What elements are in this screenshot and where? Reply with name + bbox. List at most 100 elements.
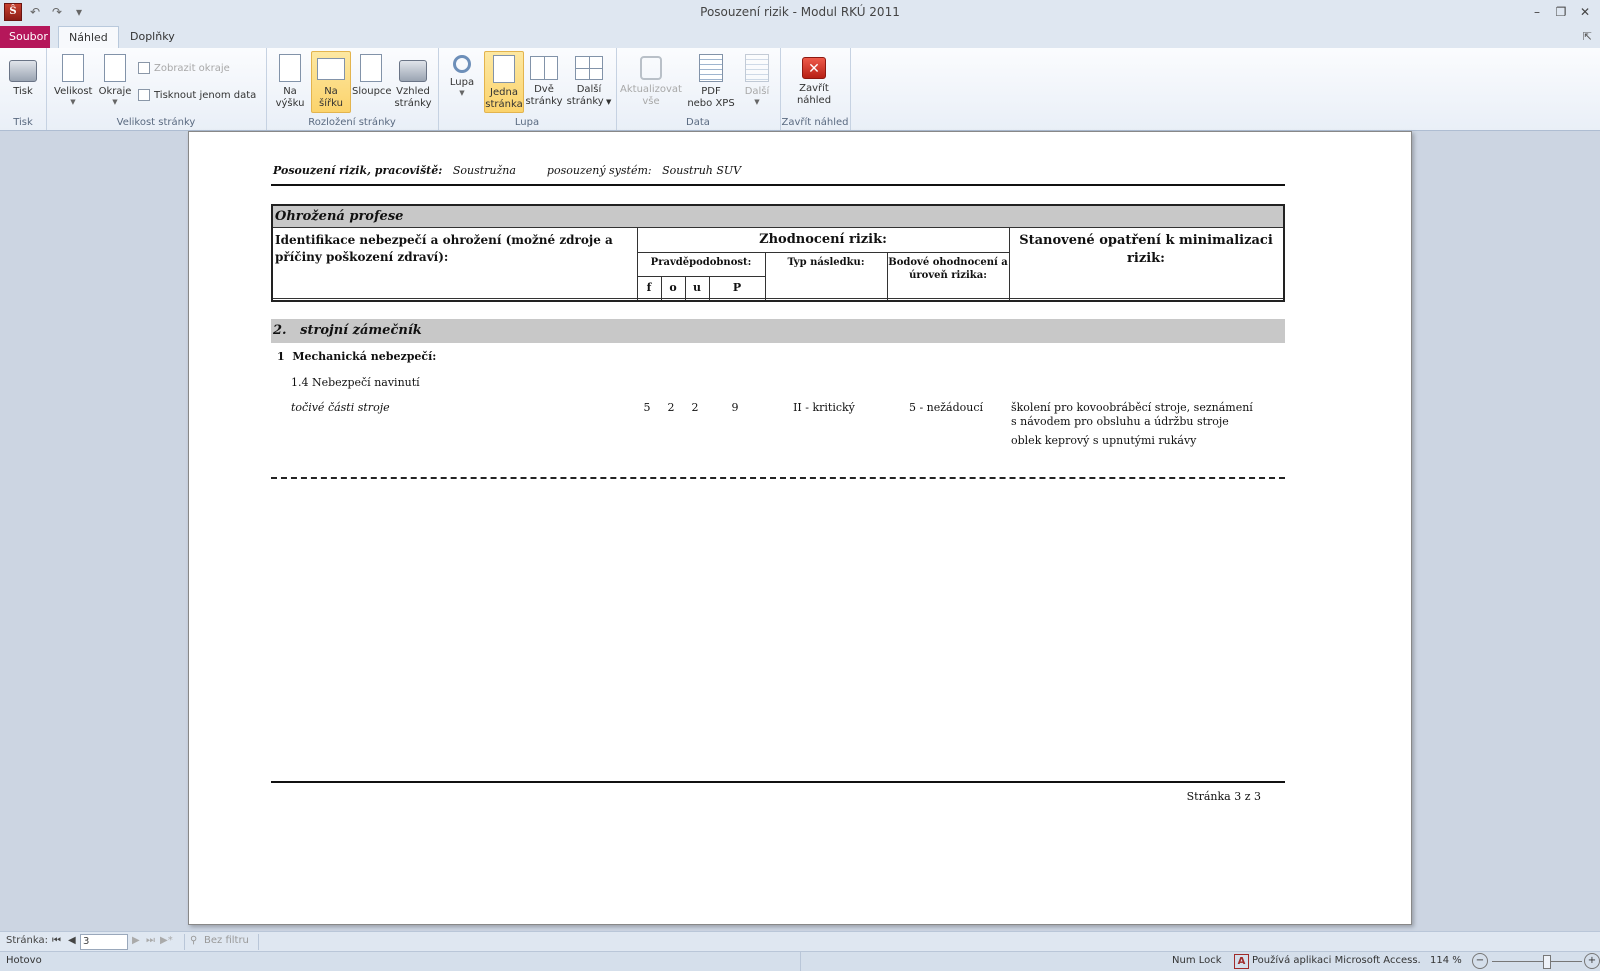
tab-preview[interactable]: Náhled — [58, 26, 119, 49]
new-record-icon[interactable]: ▶* — [160, 935, 173, 946]
margins-icon — [104, 54, 126, 82]
page-setup-label-2: stránky — [394, 98, 432, 109]
chevron-down-icon: ▼ — [70, 98, 76, 106]
size-label: Velikost — [54, 86, 93, 97]
divider — [800, 952, 801, 971]
printer-icon — [9, 60, 37, 82]
size-button[interactable]: Velikost ▼ — [54, 51, 92, 111]
divider — [637, 276, 765, 277]
zoom-in-icon[interactable]: + — [1584, 953, 1600, 969]
group-data: Aktualizovat vše PDF nebo XPS Další ▼ Da… — [616, 48, 781, 130]
ribbon: Tisk Tisk Velikost ▼ Okraje ▼ Zobrazit o… — [0, 48, 1600, 131]
divider — [273, 298, 1283, 299]
hazard-source: točivé části stroje — [291, 401, 390, 414]
print-data-only-checkbox[interactable]: Tisknout jenom data — [138, 89, 256, 101]
print-button[interactable]: Tisk — [4, 51, 42, 111]
landscape-icon — [317, 58, 345, 80]
print-data-only-label: Tisknout jenom data — [154, 89, 257, 101]
more-export-button[interactable]: Další ▼ — [738, 51, 776, 111]
report-header: Posouzení rizik, pracoviště: Soustružna … — [273, 164, 741, 177]
status-bar: Hotovo Num Lock A Používá aplikaci Micro… — [0, 951, 1600, 971]
hazard-subcategory: 1.4 Nebezpečí navinutí — [291, 376, 420, 389]
chevron-down-icon: ▼ — [603, 98, 612, 106]
portrait-button[interactable]: Na výšku — [271, 51, 309, 111]
checkbox-box — [138, 89, 150, 101]
zoom-percent[interactable]: 114 % — [1430, 955, 1462, 966]
zoom-button[interactable]: Lupa ▼ — [443, 51, 481, 111]
group-label-print: Tisk — [13, 117, 33, 128]
landscape-button[interactable]: Na šířku — [311, 51, 351, 113]
columns-button[interactable]: Sloupce — [352, 51, 392, 111]
section-band: 2. strojní zámečník — [271, 319, 1285, 343]
pdf-label-1: PDF — [701, 86, 721, 97]
group-label-close-preview: Zavřít náhled — [781, 117, 849, 128]
page-number-input[interactable]: 3 — [80, 934, 128, 950]
one-page-label-2: stránka — [485, 99, 523, 110]
minimize-icon[interactable]: – — [1528, 3, 1546, 21]
group-page-layout: Na výšku Na šířku Sloupce Vzhled stránky… — [266, 48, 439, 130]
margins-button[interactable]: Okraje ▼ — [96, 51, 134, 111]
col-p: P — [732, 281, 742, 294]
zoom-slider-track[interactable] — [1492, 961, 1582, 962]
more-pages-button[interactable]: Další stránky ▼ — [566, 51, 612, 111]
portrait-label-1: Na — [283, 86, 297, 97]
section-separator — [271, 477, 1285, 479]
section-number: 2. — [273, 323, 287, 338]
first-page-icon[interactable]: ⏮ — [52, 935, 61, 946]
show-margins-checkbox[interactable]: Zobrazit okraje — [138, 62, 230, 74]
two-pages-button[interactable]: Dvě stránky — [525, 51, 563, 111]
refresh-all-button[interactable]: Aktualizovat vše — [620, 51, 682, 111]
group-label-data: Data — [686, 117, 710, 128]
col-probability: Pravděpodobnost: — [650, 257, 752, 268]
next-page-icon[interactable]: ▶ — [132, 935, 140, 946]
last-page-icon[interactable]: ⏭ — [146, 935, 155, 946]
ribbon-tabs: Soubor Náhled Doplňky ⇱ — [0, 26, 1600, 49]
zoom-label: Lupa — [449, 77, 475, 88]
page-nav-label: Stránka: — [6, 935, 48, 946]
page-setup-button[interactable]: Vzhled stránky — [394, 51, 432, 111]
ribbon-pin-icon[interactable]: ⇱ — [1583, 30, 1592, 43]
value-o: 2 — [667, 401, 675, 414]
report-page: Posouzení rizik, pracoviště: Soustružna … — [188, 131, 1412, 925]
window-title: Posouzení rizik - Modul RKÚ 2011 — [700, 5, 900, 19]
tab-file[interactable]: Soubor — [0, 26, 50, 48]
two-pages-label-1: Dvě — [534, 84, 554, 95]
col-evaluation: Zhodnocení rizik: — [759, 232, 887, 247]
pdf-label-2: nebo XPS — [687, 98, 735, 109]
restore-icon[interactable]: ❐ — [1552, 3, 1570, 21]
more-pages-label-2: stránky — [566, 96, 604, 107]
export-icon — [745, 54, 769, 82]
two-pages-label-2: stránky — [525, 96, 563, 107]
more-pages-label-1: Další — [576, 84, 602, 95]
one-page-button[interactable]: Jedna stránka — [484, 51, 524, 113]
zoom-slider-thumb[interactable] — [1543, 955, 1552, 969]
divider — [258, 934, 259, 950]
zoom-out-icon[interactable]: − — [1472, 953, 1488, 969]
two-pages-icon — [530, 56, 558, 80]
close-preview-label-2: náhled — [796, 95, 832, 106]
header-rule — [271, 184, 1285, 186]
value-u: 2 — [691, 401, 699, 414]
close-preview-button[interactable]: ✕ Zavřít náhled — [795, 51, 833, 111]
close-icon[interactable]: ✕ — [1576, 3, 1594, 21]
tab-addins[interactable]: Doplňky — [120, 26, 185, 48]
portrait-label-2: výšku — [275, 98, 305, 109]
pdf-xps-button[interactable]: PDF nebo XPS — [686, 51, 736, 111]
group-close-preview: ✕ Zavřít náhled Zavřít náhled — [780, 48, 851, 130]
columns-label: Sloupce — [352, 86, 392, 97]
refresh-icon — [640, 56, 662, 80]
col-measures: Stanovené opatření k minimalizaci rizik: — [1019, 233, 1273, 266]
close-preview-label-1: Zavřít — [799, 83, 829, 94]
col-f: f — [646, 281, 652, 294]
pdf-icon — [699, 54, 723, 82]
prev-page-icon[interactable]: ◀ — [68, 935, 76, 946]
margins-label: Okraje — [98, 86, 132, 97]
hazard-category: 1 Mechanická nebezpečí: — [277, 350, 437, 363]
filter-toggle[interactable]: Bez filtru — [204, 935, 249, 946]
refresh-label-2: vše — [642, 96, 660, 107]
print-label: Tisk — [13, 86, 33, 97]
risk-table-header: Ohrožená profese Identifikace nebezpečí … — [271, 204, 1285, 302]
access-status: Používá aplikaci Microsoft Access. — [1252, 955, 1421, 966]
page-size-icon — [62, 54, 84, 82]
section-title: strojní zámečník — [300, 323, 422, 338]
